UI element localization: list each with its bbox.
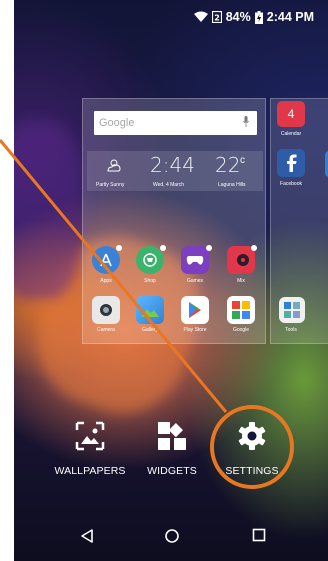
camera-icon[interactable] bbox=[92, 296, 120, 324]
weather-widget[interactable]: 2:44 22 c Partly Sunny Wed, 4 March Lagu… bbox=[87, 151, 263, 191]
battery-percent: 84% bbox=[225, 10, 251, 24]
app-label: Mix bbox=[237, 278, 245, 284]
google-search-bar[interactable]: Google bbox=[94, 111, 257, 135]
svg-text:2: 2 bbox=[214, 14, 220, 23]
home-screen-edit-mode: 2 84% 2:44 PM Google 2:44 22 c Partly Su… bbox=[14, 0, 328, 561]
app-label: Apps bbox=[100, 278, 112, 284]
app-label: Camera bbox=[97, 327, 115, 333]
app-label: Google bbox=[232, 327, 250, 333]
second-page-preview[interactable]: 4 Calendar Facebook Tools bbox=[270, 98, 328, 344]
battery-charging-icon bbox=[254, 10, 263, 24]
app-label: Calendar bbox=[280, 131, 302, 137]
gallery-icon[interactable] bbox=[136, 296, 164, 324]
wallpapers-label: WALLPAPERS bbox=[54, 465, 126, 477]
status-bar: 2 84% 2:44 PM bbox=[14, 0, 328, 34]
google-folder-icon[interactable] bbox=[227, 296, 255, 324]
edit-options-bar: WALLPAPERS WIDGETS SETTINGS bbox=[14, 400, 328, 490]
weather-temperature: 22 bbox=[215, 153, 241, 177]
weather-time: 2:44 bbox=[150, 153, 195, 177]
wifi-icon bbox=[193, 11, 208, 23]
wallpapers-icon bbox=[74, 420, 106, 457]
weather-date: Wed, 4 March bbox=[153, 182, 185, 188]
badge bbox=[206, 245, 212, 251]
gear-icon bbox=[236, 420, 268, 457]
home-icon[interactable] bbox=[164, 528, 180, 549]
play-store-icon[interactable] bbox=[181, 296, 209, 324]
tools-folder-icon[interactable] bbox=[279, 297, 305, 323]
weather-location: Laguna Hills bbox=[218, 182, 246, 188]
calendar-day: 4 bbox=[287, 107, 295, 121]
facebook-icon[interactable] bbox=[277, 149, 305, 177]
widgets-button[interactable]: WIDGETS bbox=[132, 420, 212, 477]
badge bbox=[251, 245, 257, 251]
sim-icon: 2 bbox=[211, 11, 222, 23]
app-label: Games bbox=[186, 278, 204, 284]
wallpapers-button[interactable]: WALLPAPERS bbox=[50, 420, 130, 477]
widgets-label: WIDGETS bbox=[147, 465, 197, 477]
search-placeholder: Google bbox=[99, 117, 135, 129]
navigation-bar bbox=[14, 515, 328, 561]
widgets-icon bbox=[156, 420, 188, 457]
apps-icon[interactable] bbox=[92, 246, 120, 274]
temperature-unit: c bbox=[240, 155, 245, 166]
calendar-icon[interactable]: 4 bbox=[277, 101, 305, 127]
home-page-preview[interactable]: Google 2:44 22 c Partly Sunny Wed, 4 Mar… bbox=[82, 98, 266, 344]
recents-icon[interactable] bbox=[252, 528, 266, 547]
shop-icon[interactable] bbox=[136, 246, 164, 274]
mic-icon[interactable] bbox=[243, 116, 249, 130]
settings-button[interactable]: SETTINGS bbox=[212, 420, 292, 477]
badge bbox=[160, 245, 166, 251]
partly-sunny-icon bbox=[105, 157, 123, 178]
app-label: Facebook bbox=[280, 181, 302, 187]
back-icon[interactable] bbox=[80, 528, 94, 549]
clock: 2:44 PM bbox=[266, 10, 314, 24]
app-label: Play Store bbox=[183, 327, 207, 333]
app-label: Shop bbox=[144, 278, 156, 284]
mix-icon[interactable] bbox=[227, 246, 255, 274]
games-icon[interactable] bbox=[181, 246, 209, 274]
app-label: Tools bbox=[285, 327, 297, 333]
weather-condition: Partly Sunny bbox=[96, 182, 125, 188]
settings-label: SETTINGS bbox=[225, 465, 279, 477]
app-label: Gallery bbox=[142, 327, 158, 333]
wallpaper-shape bbox=[14, 120, 84, 300]
badge bbox=[116, 245, 122, 251]
